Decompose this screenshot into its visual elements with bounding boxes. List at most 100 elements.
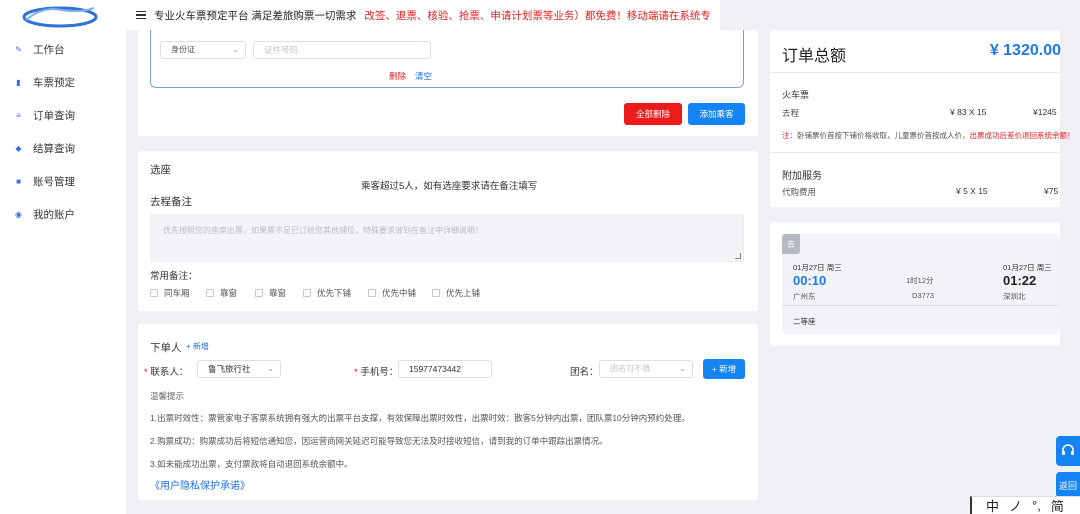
group-select[interactable]: 团名可不填 ⌄ xyxy=(599,360,693,378)
arrive-station: 深圳北 xyxy=(1003,292,1026,301)
delete-all-button[interactable]: 全部删除 xyxy=(624,103,682,125)
option-label: 靠窗 xyxy=(220,288,238,298)
seat-notice: 乘客超过5人，如有选座要求请在备注填写 xyxy=(361,181,538,192)
contact-label: * 联系人： xyxy=(144,367,189,378)
sidebar-item-label: 我的账户 xyxy=(33,209,75,221)
remark-option[interactable]: 优先下铺 xyxy=(303,287,351,299)
account-icon: ■ xyxy=(16,177,21,186)
chevron-down-icon: ⌄ xyxy=(232,45,239,54)
contact-select[interactable]: 鲁飞旅行社 ⌄ xyxy=(197,360,281,378)
id-number-input[interactable]: 证件号码 xyxy=(253,41,431,59)
sidebar-item-workbench[interactable]: ✎ 工作台 xyxy=(14,42,65,57)
remark-option[interactable]: 优先中铺 xyxy=(368,287,416,299)
group-label: 团名： xyxy=(570,367,599,378)
service-label: 代购费用 xyxy=(782,187,817,197)
option-label: 同车厢 xyxy=(164,288,190,298)
tip-item: 3.如未能成功出票，支付票款将自动退回系统余额中。 xyxy=(150,459,353,469)
arrive-time: 01:22 xyxy=(1003,273,1037,288)
checkbox[interactable] xyxy=(432,289,440,297)
ime-punctuation[interactable]: °, xyxy=(1032,498,1041,513)
svg-text:鲁票家: 鲁票家 xyxy=(46,11,73,23)
checkbox[interactable] xyxy=(303,289,311,297)
note-text: 卧铺票价首按下铺价格收取，儿童票价首按成人价， xyxy=(797,131,970,140)
trip-duration: 1时12分 xyxy=(906,276,934,285)
divider xyxy=(770,72,1060,73)
tips-title: 温馨提示 xyxy=(150,391,185,401)
checkbox[interactable] xyxy=(150,289,158,297)
sidebar-item-label: 车票预定 xyxy=(33,77,75,89)
wallet-icon: ◉ xyxy=(15,210,22,219)
phone-label: * 手机号： xyxy=(354,367,399,378)
delete-passenger-link[interactable]: 删除 xyxy=(389,70,406,82)
remark-placeholder: 优先按照您的座席出票，如果票不足已订给您其他铺位，特殊要求请到在备注中详细说明！ xyxy=(163,226,483,235)
tip-item: 1.出票时效性：票管家电子客票系统拥有强大的出票平台支撑，有效保障出票时效性，出… xyxy=(150,413,690,423)
train-ticket-title: 火车票 xyxy=(782,90,810,100)
ticket-icon: ▮ xyxy=(16,78,21,87)
resize-handle-icon[interactable] xyxy=(735,253,741,259)
sidebar-item-settlement-query[interactable]: ◆ 结算查询 xyxy=(14,141,75,156)
note-prefix: 注： xyxy=(782,131,797,140)
phone-label-text: 手机号： xyxy=(360,367,399,378)
customer-service-button[interactable] xyxy=(1056,436,1080,466)
option-label: 优先中铺 xyxy=(382,288,417,298)
option-label: 优先上铺 xyxy=(446,288,481,298)
checkbox[interactable] xyxy=(255,289,263,297)
sidebar-item-account-management[interactable]: ■ 账号管理 xyxy=(14,174,75,189)
ime-toolbar[interactable]: 中 ノ °, 简 xyxy=(970,496,1080,514)
phone-input[interactable]: 15977473442 xyxy=(398,360,492,378)
checkbox[interactable] xyxy=(368,289,376,297)
remark-textarea[interactable]: 优先按照您的座席出票，如果票不足已订给您其他铺位，特殊要求请到在备注中详细说明！ xyxy=(150,214,744,262)
remark-option[interactable]: 优先上铺 xyxy=(432,287,480,299)
logo: 鲁票家 xyxy=(22,6,98,28)
add-orderer-link[interactable]: + 新增 xyxy=(186,341,209,352)
order-icon: ≡ xyxy=(16,111,21,120)
option-label: 靠窗 xyxy=(269,288,287,298)
addon-title: 附加服务 xyxy=(782,171,822,182)
chevron-down-icon: ⌄ xyxy=(267,364,274,373)
orderer-title: 下单人 xyxy=(150,342,182,354)
top-notice-bar: 专业火车票预定平台 满足差旅购票一切需求 改签、退票、核验、抢票、申请计划票等业… xyxy=(126,0,720,30)
sidebar-item-label: 工作台 xyxy=(33,44,65,56)
ime-mode-chinese[interactable]: 中 xyxy=(986,496,999,514)
workbench-icon: ✎ xyxy=(15,45,22,54)
remark-option[interactable]: 靠窗 xyxy=(255,287,286,299)
depart-station: 广州东 xyxy=(793,292,816,301)
remark-option[interactable]: 靠窗 xyxy=(206,287,237,299)
trip-calc: ¥ 83 X 15 xyxy=(950,107,987,117)
ime-simplified[interactable]: 简 xyxy=(1051,496,1064,514)
sidebar: 鲁票家 ✎ 工作台 ▮ 车票预定 ≡ 订单查询 ◆ 结算查询 ■ 账号管理 ◉ … xyxy=(0,0,126,514)
sidebar-item-label: 账号管理 xyxy=(33,176,75,188)
order-total-value: ¥ 1320.00 xyxy=(989,42,1061,59)
option-label: 优先下铺 xyxy=(317,288,352,298)
remark-option[interactable]: 同车厢 xyxy=(150,287,190,299)
arrive-date: 01月27日 周三 xyxy=(1003,263,1052,272)
sidebar-item-my-account[interactable]: ◉ 我的账户 xyxy=(14,207,75,222)
id-type-select[interactable]: 身份证 ⌄ xyxy=(160,41,246,59)
train-number: D3773 xyxy=(912,291,935,300)
divider xyxy=(770,152,1060,153)
price-note: 注：卧铺票价首按下铺价格收取，儿童票价首按成人价，出票成功后差价退回系统余额！ xyxy=(782,130,1075,141)
add-passenger-button[interactable]: 添加乘客 xyxy=(688,103,745,125)
sidebar-item-ticket-booking[interactable]: ▮ 车票预定 xyxy=(14,75,75,90)
passenger-form xyxy=(150,30,744,88)
divider xyxy=(782,305,1060,306)
menu-icon[interactable] xyxy=(136,9,146,22)
ime-moon-icon[interactable]: ノ xyxy=(1009,496,1022,514)
clear-passenger-link[interactable]: 清空 xyxy=(415,70,432,82)
trip-amount: ¥1245 xyxy=(1033,107,1057,117)
notice-text: 专业火车票预定平台 满足差旅购票一切需求 xyxy=(154,9,357,22)
sidebar-item-order-query[interactable]: ≡ 订单查询 xyxy=(14,108,75,123)
group-placeholder: 团名可不填 xyxy=(610,364,650,373)
id-type-value: 身份证 xyxy=(171,45,195,54)
back-button[interactable]: 返回 xyxy=(1056,472,1080,498)
outbound-badge: 去 xyxy=(782,234,800,254)
privacy-link[interactable]: 《用户隐私保护承诺》 xyxy=(150,477,250,492)
remark-title: 去程备注 xyxy=(150,196,192,208)
new-group-button[interactable]: + 新增 xyxy=(703,359,745,379)
depart-date: 01月27日 周三 xyxy=(793,263,842,272)
tip-item: 2.购票成功：购票成功后将短信通知您，因运营商网关延迟可能导致您无法及时接收短信… xyxy=(150,436,608,446)
chevron-down-icon: ⌄ xyxy=(679,364,686,373)
seat-title: 选座 xyxy=(150,164,171,176)
checkbox[interactable] xyxy=(206,289,214,297)
notice-highlight: 改签、退票、核验、抢票、申请计划票等业务）都免费！移动端请在系统专 xyxy=(364,9,711,22)
